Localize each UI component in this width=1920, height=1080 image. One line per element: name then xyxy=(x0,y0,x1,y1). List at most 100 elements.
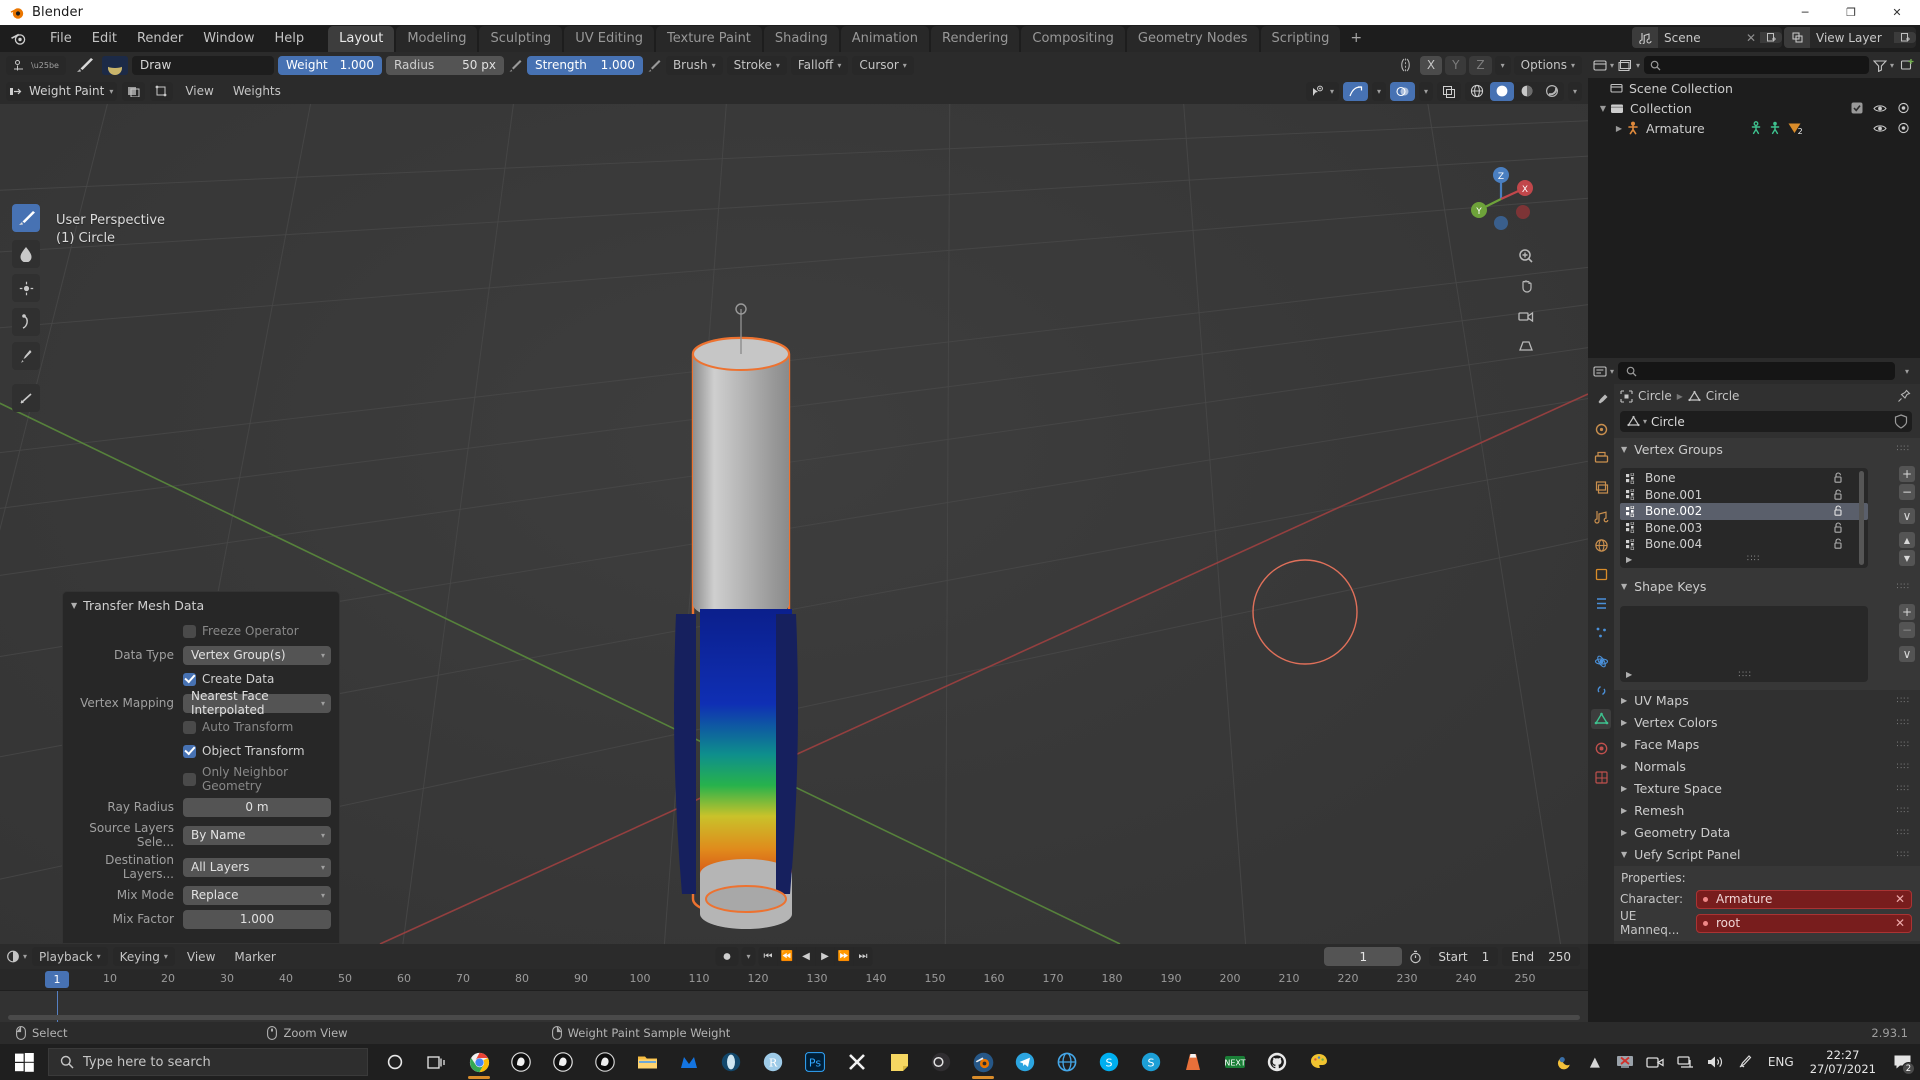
tab-scene[interactable] xyxy=(1591,506,1611,526)
freeze-operator-checkbox[interactable]: Freeze Operator xyxy=(183,624,331,638)
clear-character-icon[interactable]: ✕ xyxy=(1895,892,1905,906)
network-icon[interactable] xyxy=(1670,1044,1700,1080)
symmetry-z-toggle[interactable]: Z xyxy=(1469,55,1492,75)
action-center-button[interactable]: 2 xyxy=(1884,1044,1920,1080)
weights-menu[interactable]: Weights xyxy=(226,82,288,101)
tab-material[interactable] xyxy=(1591,738,1611,758)
shape-key-specials-button[interactable]: ∨ xyxy=(1899,645,1915,662)
internet-icon[interactable] xyxy=(1046,1044,1088,1080)
visibility-selectability-dropdown[interactable]: ▾ xyxy=(1305,81,1339,101)
twisty-open-icon[interactable]: ▼ xyxy=(1596,104,1610,113)
opera-icon[interactable] xyxy=(710,1044,752,1080)
overlays-toggle[interactable] xyxy=(1389,81,1415,101)
clock[interactable]: 22:27 27/07/2021 xyxy=(1802,1048,1884,1076)
operator-redo-panel[interactable]: ▼ Transfer Mesh Data Freeze Operator Dat… xyxy=(62,591,340,944)
breadcrumb-mesh-name[interactable]: Circle xyxy=(1706,389,1740,403)
shape-keys-expand-row[interactable]: ▶ ∷∷ xyxy=(1626,670,1858,680)
operator-panel-title[interactable]: ▼ Transfer Mesh Data xyxy=(71,598,331,613)
vertex-groups-scrollbar[interactable] xyxy=(1859,471,1864,565)
brush-menu[interactable]: Brush ▾ xyxy=(665,55,723,75)
outliner-row-scene-collection[interactable]: Scene Collection xyxy=(1588,78,1920,98)
outliner-new-collection-icon[interactable] xyxy=(1900,58,1915,72)
section-geometry-data[interactable]: ▶ Geometry Data ∷∷ xyxy=(1614,822,1920,844)
symmetry-icon[interactable] xyxy=(1394,58,1417,72)
falloff-menu[interactable]: Falloff ▾ xyxy=(790,55,849,75)
night-light-icon[interactable] xyxy=(1550,1044,1580,1080)
menu-file[interactable]: File xyxy=(40,27,82,50)
minimize-button[interactable]: ─ xyxy=(1782,0,1828,25)
properties-editor-type-icon[interactable]: ▾ xyxy=(1593,365,1614,378)
vertex-group-row-4[interactable]: Bone.004 xyxy=(1620,536,1868,553)
section-normals[interactable]: ▶ Normals ∷∷ xyxy=(1614,756,1920,778)
vlc-icon[interactable] xyxy=(1172,1044,1214,1080)
camera-render-icon[interactable] xyxy=(1897,122,1910,134)
jump-to-end-button[interactable]: ⏭ xyxy=(853,947,873,966)
triangle-right-icon[interactable]: ▶ xyxy=(1626,555,1632,564)
shading-dropdown[interactable]: ▾ xyxy=(1567,81,1582,101)
properties-options-chevron-icon[interactable]: ▾ xyxy=(1899,367,1915,376)
outliner-row-armature[interactable]: ▶ Armature 2 xyxy=(1588,118,1920,138)
destination-layers-dropdown[interactable]: All Layers ▾ xyxy=(183,857,331,877)
add-workspace-button[interactable]: + xyxy=(1342,25,1370,52)
move-vertex-group-up-button[interactable]: ▲ xyxy=(1899,532,1915,548)
start-frame-field[interactable]: Start 1 xyxy=(1429,947,1499,966)
fake-user-shield-icon[interactable] xyxy=(1894,414,1908,429)
section-uefy-script-panel[interactable]: ▼ Uefy Script Panel ∷∷ xyxy=(1614,844,1920,866)
mesh-name-value[interactable]: Circle xyxy=(1651,415,1685,429)
shading-material-preview-button[interactable] xyxy=(1514,81,1539,101)
tab-view-layer[interactable] xyxy=(1591,477,1611,497)
symmetry-y-toggle[interactable]: Y xyxy=(1445,55,1467,75)
timeline-view-menu[interactable]: View xyxy=(180,947,222,966)
end-frame-field[interactable]: End 250 xyxy=(1502,947,1580,966)
tab-modeling[interactable]: Modeling xyxy=(396,26,478,52)
telegram-icon[interactable] xyxy=(1004,1044,1046,1080)
tab-world[interactable] xyxy=(1591,535,1611,555)
tab-object-data[interactable] xyxy=(1591,709,1611,729)
tab-texture[interactable] xyxy=(1591,767,1611,787)
blender-menu-icon[interactable] xyxy=(6,28,32,50)
screen-record-icon[interactable] xyxy=(1640,1044,1670,1080)
section-vertex-groups[interactable]: ▼ Vertex Groups ∷∷ xyxy=(1614,438,1920,460)
section-texture-space[interactable]: ▶ Texture Space ∷∷ xyxy=(1614,778,1920,800)
sticky-notes-icon[interactable] xyxy=(878,1044,920,1080)
uefy-mannequin-field[interactable]: root ✕ xyxy=(1696,913,1912,933)
camera-view-icon[interactable] xyxy=(1516,306,1536,326)
section-vertex-colors[interactable]: ▶ Vertex Colors ∷∷ xyxy=(1614,712,1920,734)
paint-mask-face-toggle[interactable] xyxy=(122,81,146,101)
unreal-engine-icon[interactable] xyxy=(584,1044,626,1080)
keying-menu[interactable]: Keying ▾ xyxy=(112,947,175,966)
ortho-persp-toggle-icon[interactable] xyxy=(1516,336,1536,356)
viewport-canvas[interactable]: User Perspective (1) Circle Z X Y ▼ Tran… xyxy=(0,104,1588,944)
options-menu[interactable]: Options ▾ xyxy=(1513,55,1582,75)
source-layers-dropdown[interactable]: By Name ▾ xyxy=(183,825,331,845)
vertex-group-specials-button[interactable]: ∨ xyxy=(1899,508,1915,524)
create-data-checkbox[interactable]: Create Data xyxy=(183,672,331,686)
outliner-search-input[interactable] xyxy=(1644,56,1869,74)
strength-pressure-icon[interactable] xyxy=(647,58,662,73)
pen-icon[interactable] xyxy=(1730,1044,1760,1080)
remove-vertex-group-button[interactable]: − xyxy=(1899,484,1915,500)
tab-uv-editing[interactable]: UV Editing xyxy=(564,26,655,52)
new-view-layer-icon[interactable] xyxy=(1894,32,1916,43)
timeline-editor-type-icon[interactable]: ▾ xyxy=(6,950,27,963)
current-frame-field[interactable]: 1 xyxy=(1324,947,1403,966)
triangle-right-icon[interactable]: ▶ xyxy=(1626,670,1632,679)
unreal-engine-icon[interactable] xyxy=(500,1044,542,1080)
tab-render[interactable] xyxy=(1591,419,1611,439)
timeline-marker-menu[interactable]: Marker xyxy=(227,947,282,966)
brush-preview-thumbnail[interactable] xyxy=(101,55,128,75)
menu-window[interactable]: Window xyxy=(193,27,264,50)
data-type-dropdown[interactable]: Vertex Group(s) ▾ xyxy=(183,645,331,665)
radius-slider[interactable]: Radius 50 px xyxy=(385,55,504,75)
view-layer-selector[interactable]: View Layer xyxy=(1784,27,1916,48)
clear-mannequin-icon[interactable]: ✕ xyxy=(1895,916,1905,930)
lock-open-icon[interactable] xyxy=(1833,472,1844,484)
properties-body[interactable]: Circle ▸ Circle ▾ Circle ▼ Vertex Groups… xyxy=(1614,384,1920,944)
move-vertex-group-down-button[interactable]: ▼ xyxy=(1899,550,1915,566)
vertex-group-row-0[interactable]: Bone xyxy=(1620,470,1868,487)
tool-gradient-icon[interactable] xyxy=(12,384,40,412)
section-uv-maps[interactable]: ▶ UV Maps ∷∷ xyxy=(1614,690,1920,712)
vertex-groups-list[interactable]: Bone Bone.001 Bone.002 Bone.003 Bone.004… xyxy=(1620,468,1868,568)
tab-geometry-nodes[interactable]: Geometry Nodes xyxy=(1126,26,1259,52)
navigation-gizmo[interactable]: Z X Y xyxy=(1466,164,1536,234)
